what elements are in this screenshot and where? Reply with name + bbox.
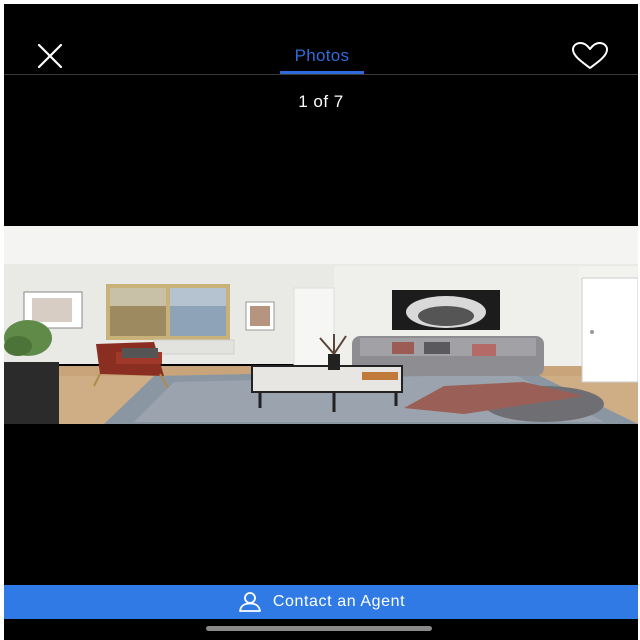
heart-icon — [570, 41, 610, 76]
top-bar: Photos — [4, 4, 638, 74]
photo-viewer-screen: Photos 1 of 7 Contact an Agent — [4, 4, 638, 640]
header-divider — [4, 74, 638, 75]
close-button[interactable] — [32, 42, 68, 74]
listing-photo[interactable] — [4, 226, 638, 424]
favorite-button[interactable] — [568, 40, 612, 76]
contact-agent-label: Contact an Agent — [272, 593, 406, 610]
person-icon — [237, 591, 263, 613]
home-indicator[interactable] — [206, 626, 432, 631]
contact-agent-button[interactable]: Contact an Agent — [4, 585, 638, 619]
close-icon — [35, 41, 65, 76]
photo-counter: 1 of 7 — [298, 92, 344, 111]
tab-photos[interactable]: Photos — [270, 44, 374, 74]
tab-photos-label: Photos — [294, 46, 350, 65]
